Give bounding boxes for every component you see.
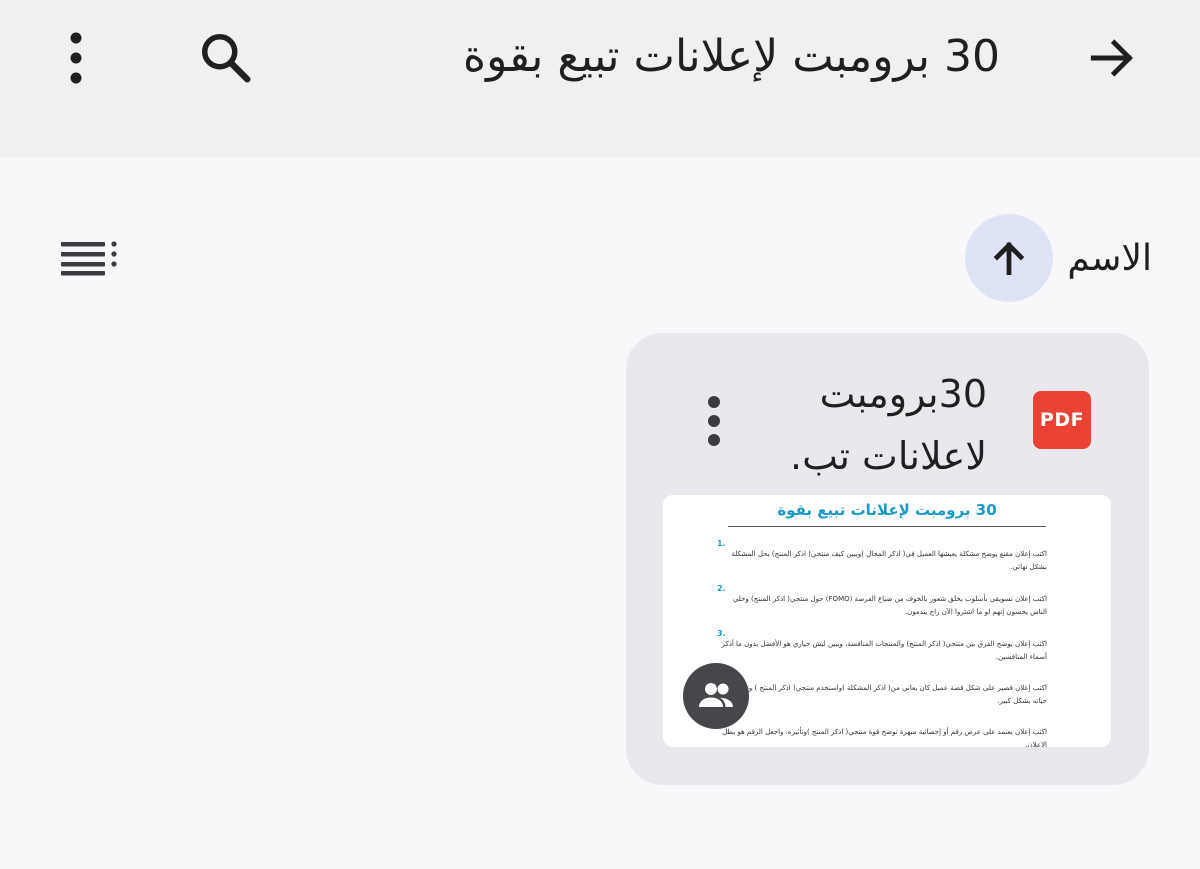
people-icon <box>699 683 733 707</box>
thumbnail-item-number: 3. <box>717 629 726 638</box>
top-app-bar: 30 برومبت لإعلانات تبيع بقوة <box>0 0 1200 157</box>
thumbnail-doc-title: 30 برومبت لإعلانات تبيع بقوة <box>777 501 997 519</box>
more-vert-icon <box>708 396 720 446</box>
more-options-button[interactable] <box>44 22 108 94</box>
more-vert-icon <box>70 32 82 84</box>
thumbnail-item-number: 2. <box>717 584 726 593</box>
arrow-forward-icon <box>1090 39 1133 77</box>
pdf-file-icon: PDF <box>1033 391 1091 449</box>
thumbnail-item: 1. اكتب إعلان مقنع يوضح مشكلة يعيشها الع… <box>717 539 1047 574</box>
shared-badge <box>683 663 749 729</box>
thumbnail-item-number: 4. <box>717 673 1047 682</box>
thumbnail-item-text: اكتب إعلان مقنع يوضح مشكلة يعيشها العميل… <box>731 550 1047 571</box>
list-view-icon <box>61 241 117 276</box>
sort-direction-button[interactable] <box>965 214 1054 302</box>
thumbnail-item-text: اكتب إعلان يوضح الفرق بين منتجي( اذكر ال… <box>721 640 1047 661</box>
view-toggle-button[interactable] <box>54 232 124 284</box>
thumbnail-item-text: اكتب إعلان تسويقي بأسلوب يخلق شعور بالخو… <box>732 595 1047 616</box>
back-button[interactable] <box>1076 22 1148 94</box>
thumbnail-divider <box>728 526 1046 527</box>
search-button[interactable] <box>188 20 264 96</box>
file-more-options-button[interactable] <box>694 389 734 453</box>
search-icon <box>202 34 251 83</box>
sort-by-name-label[interactable]: الاسم <box>1067 238 1152 279</box>
thumbnail-item: 2. اكتب إعلان تسويقي بأسلوب يخلق شعور با… <box>717 584 1047 619</box>
thumbnail-item-text: اكتب إعلان قصير على شكل قصة عميل كان يعا… <box>727 684 1047 705</box>
arrow-up-icon <box>994 241 1025 276</box>
folder-title: 30 برومبت لإعلانات تبيع بقوة <box>463 31 1000 82</box>
sort-control: الاسم <box>965 214 1152 302</box>
file-name: 30برومبت لاعلانات تب. <box>790 372 987 478</box>
thumbnail-item-text: اكتب إعلان يعتمد على عرض رقم أو إحصائية … <box>722 728 1047 747</box>
file-thumbnail[interactable]: 30 برومبت لإعلانات تبيع بقوة 1. اكتب إعل… <box>663 495 1111 747</box>
thumbnail-item: 4. اكتب إعلان قصير على شكل قصة عميل كان … <box>717 673 1047 708</box>
thumbnail-item-number: 1. <box>717 539 726 548</box>
thumbnail-item: 3. اكتب إعلان يوضح الفرق بين منتجي( اذكر… <box>717 629 1047 664</box>
file-card[interactable]: PDF 30برومبت لاعلانات تب. 30 برومبت لإعل… <box>626 333 1149 785</box>
thumbnail-item: 5. اكتب إعلان يعتمد على عرض رقم أو إحصائ… <box>717 717 1047 747</box>
thumbnail-item-number: 5. <box>717 717 1047 726</box>
